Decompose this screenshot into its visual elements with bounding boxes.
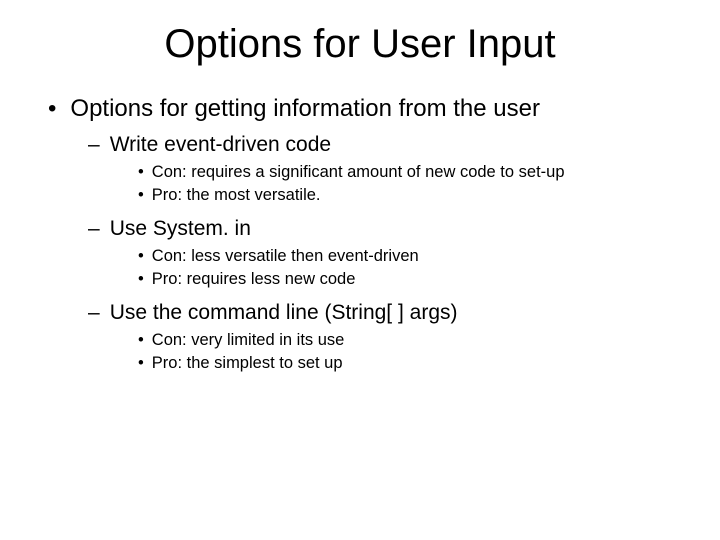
dash-bullet-icon: – <box>88 301 100 324</box>
option-con: Con: less versatile then event-driven <box>152 247 419 265</box>
slide-title: Options for User Input <box>28 22 692 67</box>
dot-bullet-icon: • <box>138 163 144 181</box>
disc-bullet-icon: • <box>48 95 56 122</box>
dot-bullet-icon: • <box>138 270 144 288</box>
dot-bullet-icon: • <box>138 354 144 372</box>
dash-bullet-icon: – <box>88 133 100 156</box>
option-name: Write event-driven code <box>110 133 331 156</box>
option-group: –Write event-driven code • Con: requires … <box>28 133 692 205</box>
bullet-level-3: • Con: requires a significant amount of n… <box>138 163 692 182</box>
option-con: Con: very limited in its use <box>152 331 345 349</box>
option-group: –Use System. in • Con: less versatile the… <box>28 217 692 289</box>
option-pro: Pro: the simplest to set up <box>152 354 343 372</box>
dash-bullet-icon: – <box>88 217 100 240</box>
slide: Options for User Input • Options for gett… <box>0 0 720 540</box>
bullet-level-3: • Pro: the most versatile. <box>138 186 692 205</box>
bullet-level-1: • Options for getting information from th… <box>48 95 692 123</box>
option-name: Use the command line (String[ ] args) <box>110 301 458 324</box>
option-con: Con: requires a significant amount of ne… <box>152 163 565 181</box>
option-group: –Use the command line (String[ ] args) •… <box>28 301 692 373</box>
bullet-level-3: • Pro: requires less new code <box>138 270 692 289</box>
main-point-text: Options for getting information from the… <box>70 95 540 122</box>
option-name: Use System. in <box>110 217 251 240</box>
bullet-level-2: –Use System. in <box>88 217 692 241</box>
option-pro: Pro: the most versatile. <box>152 186 321 204</box>
bullet-level-3: • Con: very limited in its use <box>138 331 692 350</box>
bullet-level-2: –Write event-driven code <box>88 133 692 157</box>
dot-bullet-icon: • <box>138 247 144 265</box>
option-pro: Pro: requires less new code <box>152 270 356 288</box>
bullet-level-3: • Pro: the simplest to set up <box>138 354 692 373</box>
bullet-level-3: • Con: less versatile then event-driven <box>138 247 692 266</box>
dot-bullet-icon: • <box>138 331 144 349</box>
dot-bullet-icon: • <box>138 186 144 204</box>
bullet-level-2: –Use the command line (String[ ] args) <box>88 301 692 325</box>
